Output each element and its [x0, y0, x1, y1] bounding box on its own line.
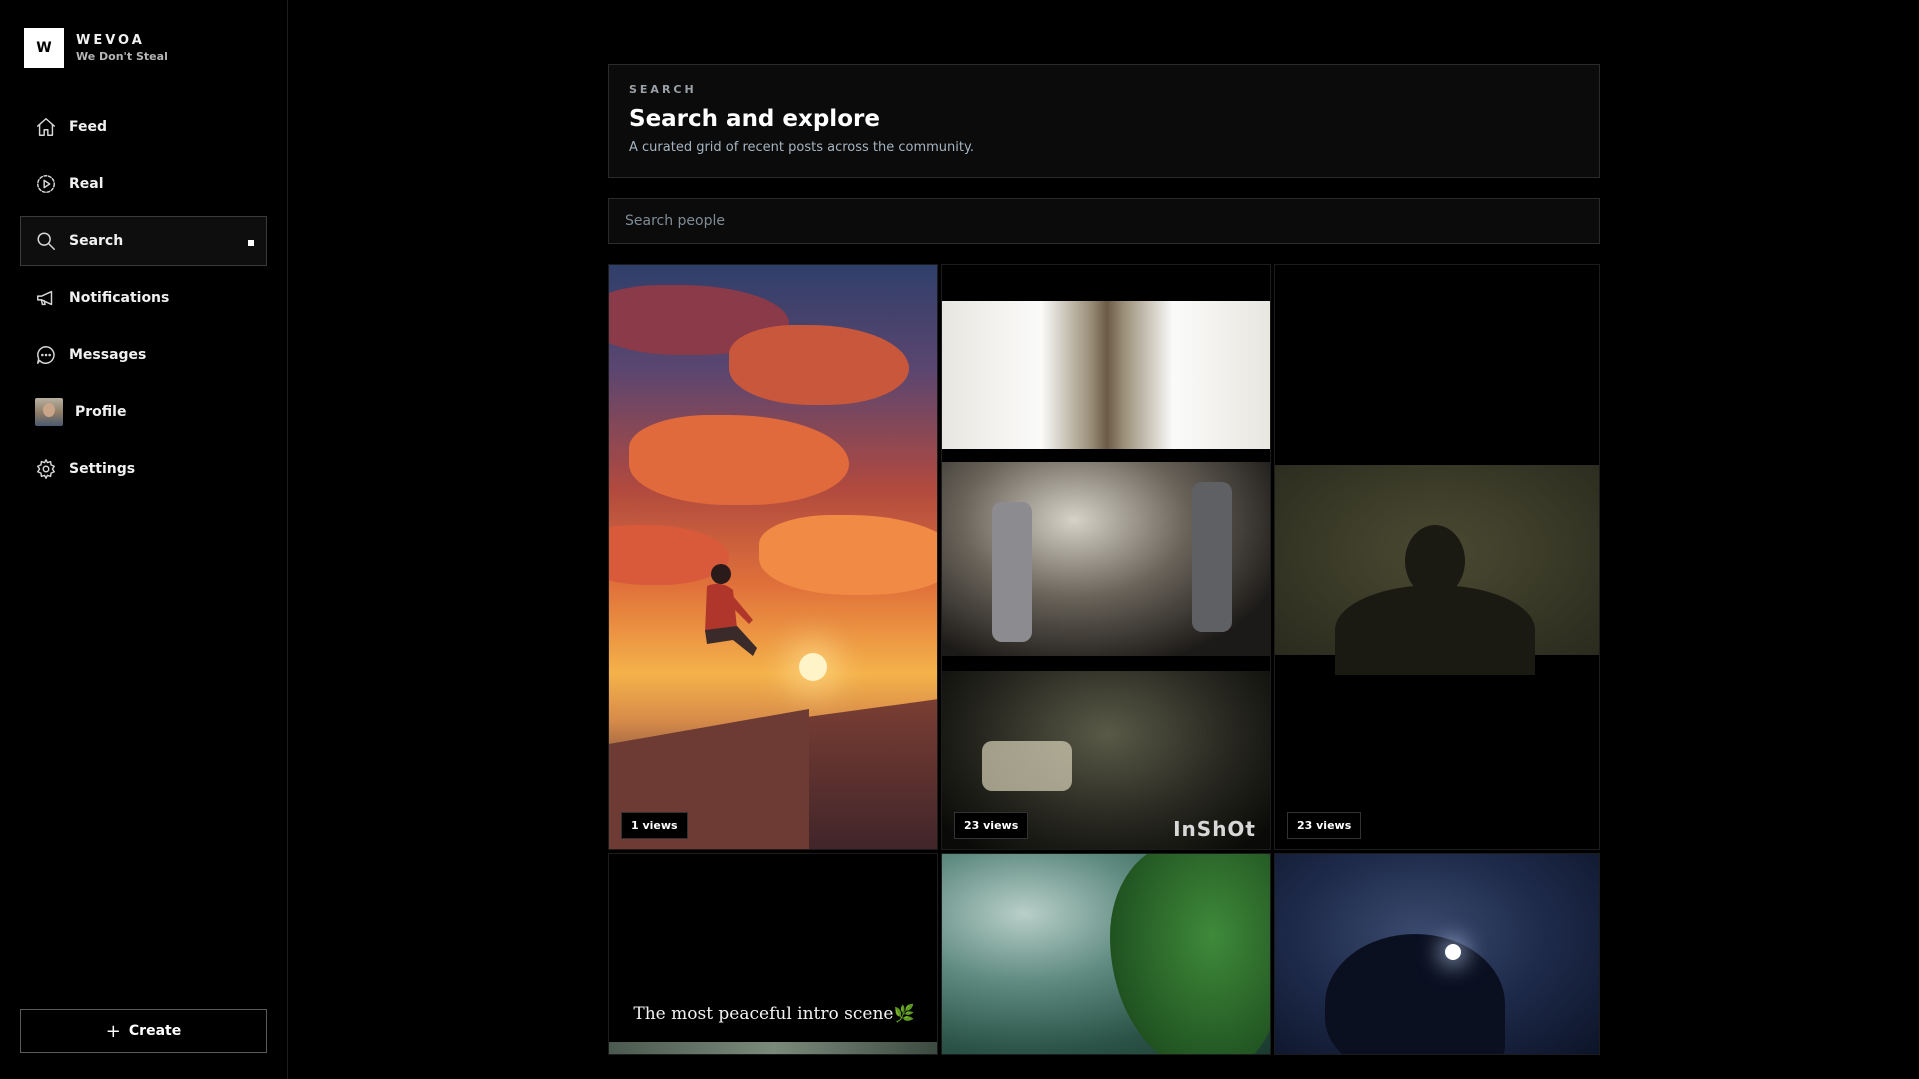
sidebar-item-feed[interactable]: Feed: [20, 102, 267, 152]
avatar: [35, 398, 63, 426]
video-frame-strip: [609, 1042, 937, 1054]
brand-logo: W: [24, 28, 64, 68]
search-box: [608, 198, 1600, 244]
view-count-badge: 23 views: [1287, 812, 1362, 839]
tree-silhouette: [1325, 934, 1505, 1054]
sidebar-item-notifications[interactable]: Notifications: [20, 273, 267, 323]
sidebar-item-label: Search: [69, 233, 124, 249]
view-count-badge: 23 views: [954, 812, 1029, 839]
sidebar-nav: Feed Real Search Notifications Messages …: [20, 102, 267, 501]
cloud-shape: [759, 515, 937, 595]
search-input[interactable]: [609, 199, 1599, 243]
shadow-shape: [1405, 525, 1465, 597]
sidebar-item-label: Messages: [69, 347, 147, 363]
sidebar-item-label: Settings: [69, 461, 136, 477]
page-title: Search and explore: [629, 106, 880, 132]
post-tile[interactable]: [941, 853, 1271, 1055]
chat-bubble-icon: [35, 344, 57, 366]
sidebar-item-settings[interactable]: Settings: [20, 444, 267, 494]
search-icon: [35, 230, 57, 252]
search-header-card: SEARCH Search and explore A curated grid…: [608, 64, 1600, 178]
shadow-shape: [1335, 585, 1535, 675]
sidebar: W WEVOA We Don't Steal Feed Real Search: [0, 0, 288, 1079]
video-frame: [1275, 465, 1599, 675]
post-tile[interactable]: 1 views: [608, 264, 938, 850]
sidebar-item-real[interactable]: Real: [20, 159, 267, 209]
eyebrow-label: SEARCH: [629, 83, 697, 96]
post-tile[interactable]: The most peaceful intro scene🌿: [608, 853, 938, 1055]
post-tile[interactable]: 23 views: [1274, 264, 1600, 850]
sidebar-item-label: Feed: [69, 119, 108, 135]
post-caption: The most peaceful intro scene🌿: [633, 1004, 915, 1024]
character-figure: [992, 502, 1032, 642]
cloud-shape: [729, 325, 909, 405]
tree-shape: [1110, 854, 1270, 1054]
post-tile[interactable]: InShOt 23 views: [941, 264, 1271, 850]
brand[interactable]: W WEVOA We Don't Steal: [24, 28, 168, 68]
character-figure: [1192, 482, 1232, 632]
post-tile[interactable]: [1274, 853, 1600, 1055]
create-button[interactable]: + Create: [20, 1009, 267, 1053]
view-count-badge: 1 views: [621, 812, 688, 839]
brand-name: WEVOA: [76, 33, 145, 48]
sidebar-item-messages[interactable]: Messages: [20, 330, 267, 380]
sidebar-item-search[interactable]: Search: [20, 216, 267, 266]
plus-icon: +: [105, 1020, 121, 1042]
page-subtitle: A curated grid of recent posts across th…: [629, 140, 974, 155]
brand-tagline: We Don't Steal: [76, 50, 168, 63]
gear-icon: [35, 458, 57, 480]
light-shape: [982, 741, 1072, 791]
sidebar-item-label: Real: [69, 176, 104, 192]
megaphone-icon: [35, 287, 57, 309]
video-frame: [942, 301, 1270, 449]
cloud-shape: [629, 415, 849, 505]
sidebar-item-profile[interactable]: Profile: [20, 387, 267, 437]
sun-glow: [799, 653, 827, 681]
active-indicator: [248, 240, 254, 246]
home-icon: [35, 116, 57, 138]
video-frame: [942, 462, 1270, 656]
sidebar-item-label: Profile: [75, 404, 127, 420]
play-circle-icon: [35, 173, 57, 195]
watermark-text: InShOt: [1173, 817, 1256, 841]
create-label: Create: [128, 1023, 182, 1039]
moon-shape: [1445, 944, 1461, 960]
sitting-person-figure: [705, 564, 757, 656]
sidebar-item-label: Notifications: [69, 290, 170, 306]
